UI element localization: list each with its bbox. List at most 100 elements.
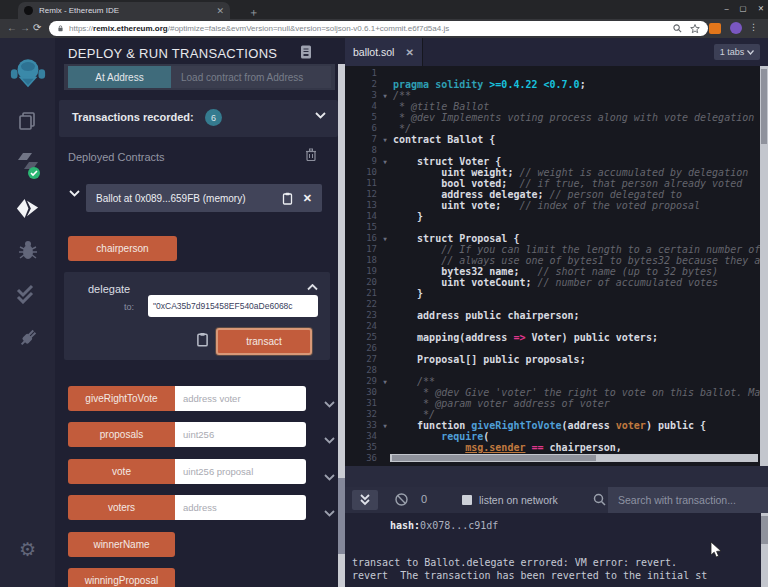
expand-chevron-icon[interactable] (324, 503, 335, 521)
clear-console-icon[interactable] (395, 493, 408, 506)
deploy-run-icon[interactable] (0, 196, 55, 221)
tx-hash-line[interactable]: hash:0x078...c91df (390, 520, 498, 531)
trash-icon[interactable] (305, 148, 317, 161)
code-line: 12 address delegate; // person delegated… (345, 189, 768, 200)
winnerName-button[interactable]: winnerName (68, 532, 175, 557)
terminal-resize-handle[interactable] (345, 466, 768, 487)
vote-button[interactable]: vote (68, 459, 175, 484)
copy-address-icon[interactable] (282, 192, 293, 205)
winningProposal-button[interactable]: winningProposal (68, 568, 175, 587)
window-close-button[interactable]: ✕ (758, 4, 764, 13)
deployed-contracts-label: Deployed Contracts (68, 151, 165, 163)
file-explorer-icon[interactable] (0, 110, 55, 132)
listen-on-network-checkbox[interactable] (462, 495, 472, 505)
editor-horizontal-scrollbar[interactable] (390, 454, 758, 462)
terminal-collapse-button[interactable] (352, 490, 378, 510)
site-favicon (24, 6, 33, 15)
vote-input[interactable]: uint256 proposal (175, 459, 306, 484)
code-line: 32 */ (345, 409, 768, 420)
plugin-manager-icon[interactable] (0, 326, 55, 350)
reload-button[interactable]: ⟳ (33, 22, 41, 33)
code-line: 11 bool voted; // if true, that person a… (345, 178, 768, 189)
at-address-button[interactable]: At Address (68, 66, 171, 88)
panel-scrollbar[interactable] (338, 64, 345, 587)
terminal-scrollbar[interactable] (761, 513, 768, 587)
file-tab-close-icon[interactable]: ✕ (406, 47, 414, 58)
giveRightToVote-button[interactable]: giveRightToVote (68, 386, 175, 411)
function-row-winnerName: winnerName (68, 532, 322, 557)
editor-vertical-scrollbar[interactable] (760, 66, 768, 466)
panel-title: DEPLOY & RUN TRANSACTIONS (68, 46, 277, 61)
mouse-cursor (710, 541, 722, 559)
zoom-icon[interactable] (673, 24, 682, 33)
transactions-count-badge: 6 (205, 109, 222, 126)
delegate-to-input[interactable]: "0xCA35b7d915458EF540aDe6068c (148, 295, 318, 317)
editor-tabbar: ballot.sol ✕ 1 tabs (345, 38, 768, 66)
terminal-search-input[interactable]: Search with transaction... (608, 487, 768, 513)
chairperson-button[interactable]: chairperson (68, 236, 177, 261)
code-line: 19 bytes32 name; // short name (up to 32… (345, 266, 768, 277)
settings-icon[interactable]: ⚙ (0, 538, 55, 561)
code-line: 21 } (345, 288, 768, 299)
browser-navbar: ← → ⟳ https://remix.ethereum.org/#optimi… (0, 19, 768, 38)
expand-chevron-icon[interactable] (324, 394, 335, 412)
contract-expand-chevron-icon[interactable] (69, 190, 80, 197)
expand-chevron-icon[interactable] (324, 430, 335, 448)
url-text: https://remix.ethereum.org/#optimize=fal… (69, 24, 665, 33)
expand-chevron-icon[interactable] (324, 467, 335, 485)
browser-profile-avatar[interactable] (730, 22, 742, 34)
voters-input[interactable]: address (175, 495, 306, 520)
chevron-down-icon[interactable] (315, 112, 326, 119)
remix-logo[interactable] (0, 54, 55, 92)
delegate-label: delegate (88, 283, 130, 295)
chevron-up-icon[interactable] (307, 284, 318, 291)
new-tab-button[interactable]: ＋ (248, 5, 259, 20)
tab-close-icon[interactable]: ✕ (216, 6, 224, 16)
code-line: 9▼ struct Voter { (345, 156, 768, 167)
code-line: 5 * @dev Implements voting process along… (345, 112, 768, 123)
address-bar[interactable]: https://remix.ethereum.org/#optimize=fal… (49, 21, 708, 36)
code-line: 27 Proposal[] public proposals; (345, 354, 768, 365)
back-button[interactable]: ← (7, 22, 17, 33)
bookmark-star-icon[interactable] (690, 24, 700, 34)
code-editor[interactable]: 12pragma solidity >=0.4.22 <0.7.0;3▼/**4… (345, 66, 768, 466)
transactions-recorded-section[interactable]: Transactions recorded: 6 (59, 100, 338, 137)
documentation-icon[interactable] (300, 45, 312, 59)
proposals-input[interactable]: uint256 (175, 422, 306, 447)
code-line: 22 (345, 299, 768, 310)
load-contract-input[interactable]: Load contract from Address (171, 66, 331, 88)
voters-button[interactable]: voters (68, 495, 175, 520)
proposals-button[interactable]: proposals (68, 422, 175, 447)
terminal-header: 0 listen on network Search with transact… (345, 487, 768, 513)
code-line: 4 * @title Ballot (345, 101, 768, 112)
metamask-extension-icon[interactable] (709, 23, 721, 34)
deployed-contract-item[interactable]: Ballot at 0x089...659FB (memory) ✕ (86, 184, 322, 212)
solidity-compiler-icon[interactable] (0, 150, 55, 180)
code-line: 1 (345, 68, 768, 79)
file-tab-ballot[interactable]: ballot.sol ✕ (345, 38, 423, 66)
transactions-recorded-label: Transactions recorded: (72, 111, 194, 123)
window-minimize-button[interactable]: – (724, 4, 728, 13)
tabs-dropdown-button[interactable]: 1 tabs (714, 44, 760, 60)
debugger-icon[interactable] (0, 238, 55, 262)
function-row-proposals: proposalsuint256 (68, 422, 322, 447)
deploy-run-panel: DEPLOY & RUN TRANSACTIONS At Address Loa… (55, 38, 345, 587)
at-address-block: At Address Load contract from Address (64, 64, 335, 90)
plugin-icon-sidebar: ⚙ (0, 38, 55, 587)
forward-button[interactable]: → (20, 22, 30, 33)
browser-menu-icon[interactable]: ⋮ (749, 22, 758, 32)
code-line: 2pragma solidity >=0.4.22 <0.7.0; (345, 79, 768, 90)
window-maximize-button[interactable]: ▢ (740, 4, 747, 13)
copy-calldata-icon[interactable] (196, 332, 209, 347)
code-line: 28 (345, 365, 768, 376)
code-line: 7▼contract Ballot { (345, 134, 768, 145)
unit-testing-icon[interactable] (0, 282, 55, 304)
transact-button[interactable]: transact (216, 328, 312, 355)
code-line: 35 msg.sender == chairperson, (345, 442, 768, 453)
screen: Remix - Ethereum IDE ✕ ＋ – ▢ ✕ ← → ⟳ htt… (0, 0, 768, 587)
giveRightToVote-input[interactable]: address voter (175, 386, 306, 411)
tab-title: Remix - Ethereum IDE (39, 6, 212, 15)
remove-contract-icon[interactable]: ✕ (303, 192, 312, 205)
contract-label: Ballot at 0x089...659FB (memory) (96, 193, 282, 204)
browser-tab[interactable]: Remix - Ethereum IDE ✕ (18, 2, 230, 19)
